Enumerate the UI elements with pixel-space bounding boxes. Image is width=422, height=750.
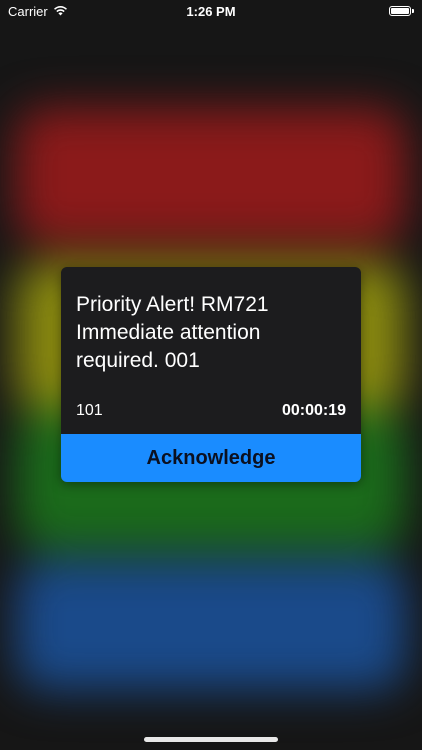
status-right — [389, 6, 422, 16]
status-left: Carrier — [0, 4, 68, 19]
wifi-icon — [53, 4, 68, 19]
battery-fill — [391, 8, 409, 14]
home-indicator[interactable] — [144, 737, 278, 742]
alert-meta-row: 101 00:00:19 — [76, 402, 346, 420]
acknowledge-button[interactable]: Acknowledge — [61, 434, 361, 482]
status-bar: Carrier 1:26 PM — [0, 0, 422, 22]
battery-cap — [412, 9, 414, 13]
app-screen: Carrier 1:26 PM Priority Alert! RM721 Im… — [0, 0, 422, 750]
alert-timer: 00:00:19 — [281, 402, 346, 419]
background-tile-blue — [16, 560, 406, 690]
background-tile-red — [16, 108, 406, 244]
alert-card: Priority Alert! RM721 Immediate attentio… — [61, 267, 361, 482]
carrier-label: Carrier — [8, 3, 48, 19]
alert-code: 101 — [76, 402, 103, 419]
alert-message: Priority Alert! RM721 Immediate attentio… — [76, 293, 269, 372]
battery-icon — [389, 6, 411, 16]
